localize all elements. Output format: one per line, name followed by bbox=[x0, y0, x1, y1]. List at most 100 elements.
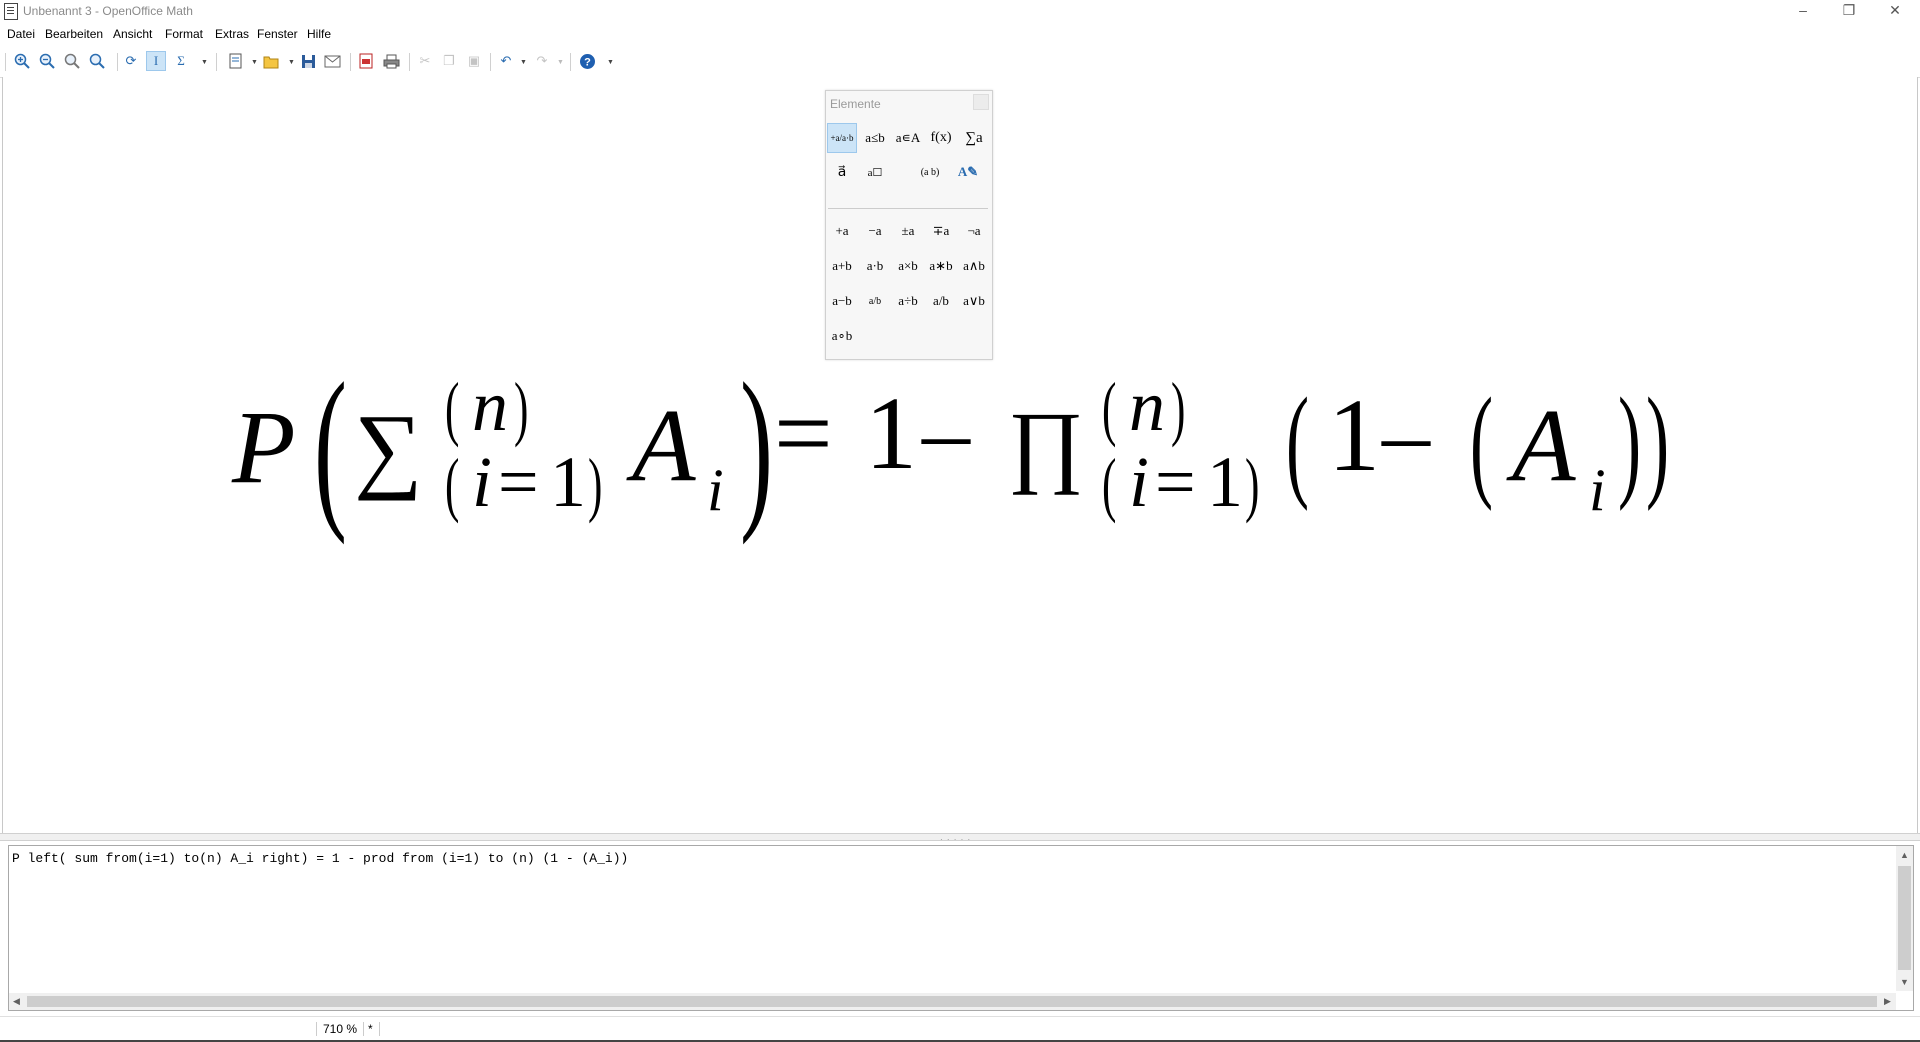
menu-bar: Datei Bearbeiten Ansicht Format Extras F… bbox=[0, 24, 1920, 46]
element-minus-plus-a[interactable]: ∓a bbox=[925, 216, 957, 246]
formula-inner-one: 1 bbox=[1328, 378, 1380, 493]
save-icon[interactable] bbox=[298, 51, 318, 71]
pdf-icon[interactable] bbox=[356, 51, 376, 71]
category-attributes[interactable]: a⃗ bbox=[827, 157, 857, 187]
new-icon[interactable] bbox=[226, 51, 246, 71]
formula-inner-a-subscript-i: i bbox=[1589, 457, 1606, 523]
open-icon[interactable] bbox=[261, 51, 281, 71]
formula-minus: – bbox=[922, 378, 970, 485]
element-a-ast-b[interactable]: a∗b bbox=[925, 251, 957, 281]
standard-toolbar: ⟳ I Σ ▼ ▼ ▼ ✂ ❐ ▣ ↶ ▼ ↷ ▼ ? ▼ bbox=[0, 46, 1920, 78]
category-operators[interactable]: ∑a bbox=[959, 123, 989, 153]
zoom-icon[interactable] bbox=[87, 51, 107, 71]
elements-panel-title: Elemente bbox=[830, 97, 881, 111]
symbols-icon[interactable]: Σ bbox=[171, 51, 191, 71]
elements-panel: Elemente +a/a·b a≤b a∊A f(x) ∑a a⃗ a☐ (a… bbox=[825, 90, 993, 360]
element-a-cdot-b[interactable]: a·b bbox=[859, 251, 891, 281]
window-splitter[interactable]: · · · · · bbox=[0, 833, 1920, 844]
formula-inner-minus: – bbox=[1382, 380, 1430, 487]
formula-one: 1 bbox=[865, 376, 917, 491]
element-plus-a[interactable]: +a bbox=[826, 216, 858, 246]
paste-icon[interactable]: ▣ bbox=[464, 51, 484, 71]
category-others[interactable]: a☐ bbox=[860, 157, 890, 187]
status-bar: 710 % * bbox=[0, 1016, 1920, 1042]
element-a-plus-b[interactable]: a+b bbox=[826, 251, 858, 281]
element-a-slash-b[interactable]: a/b bbox=[925, 286, 957, 316]
toolbar-grip[interactable] bbox=[5, 53, 6, 71]
element-a-div-b[interactable]: a÷b bbox=[892, 286, 924, 316]
undo-dropdown-icon[interactable]: ▼ bbox=[520, 59, 527, 66]
menu-datei[interactable]: Datei bbox=[7, 27, 35, 41]
zoom-in-icon[interactable] bbox=[12, 51, 32, 71]
redo-dropdown-icon[interactable]: ▼ bbox=[557, 59, 564, 66]
menu-ansicht[interactable]: Ansicht bbox=[113, 27, 152, 41]
element-a-minus-b[interactable]: a−b bbox=[826, 286, 858, 316]
toolbar-separator bbox=[350, 53, 351, 71]
command-window[interactable]: P left( sum from(i=1) to(n) A_i right) =… bbox=[8, 845, 1914, 1011]
element-a-and-b[interactable]: a∧b bbox=[958, 251, 990, 281]
menu-fenster[interactable]: Fenster bbox=[257, 27, 298, 41]
toolbar-separator bbox=[490, 53, 491, 71]
vertical-scroll-thumb[interactable] bbox=[1898, 866, 1911, 970]
redo-icon[interactable]: ↷ bbox=[532, 51, 552, 71]
scroll-left-arrow-icon[interactable]: ◀ bbox=[13, 996, 20, 1007]
toolbar-overflow-icon[interactable]: ▼ bbox=[201, 59, 208, 66]
category-relations[interactable]: a≤b bbox=[860, 123, 890, 153]
copy-icon[interactable]: ❐ bbox=[439, 51, 459, 71]
open-dropdown-icon[interactable]: ▼ bbox=[288, 59, 295, 66]
element-minus-a[interactable]: −a bbox=[859, 216, 891, 246]
formula-right-paren: ) bbox=[740, 346, 773, 545]
element-a-or-b[interactable]: a∨b bbox=[958, 286, 990, 316]
formula-equals: = bbox=[774, 376, 833, 491]
panel-close-button[interactable] bbox=[973, 94, 989, 110]
scroll-up-arrow-icon[interactable]: ▲ bbox=[1900, 850, 1909, 860]
formula-sum: ∑ bbox=[354, 394, 423, 501]
formula-inner-a: A bbox=[1512, 388, 1576, 503]
element-plus-minus-a[interactable]: ±a bbox=[892, 216, 924, 246]
element-fraction[interactable]: a/b bbox=[859, 286, 891, 316]
help-icon[interactable]: ? bbox=[577, 51, 597, 71]
formula-cursor-icon[interactable]: I bbox=[146, 51, 166, 71]
formula-sum-upper-n: n bbox=[472, 366, 508, 446]
email-icon[interactable] bbox=[322, 51, 342, 71]
horizontal-scroll-thumb[interactable] bbox=[27, 996, 1877, 1007]
command-horizontal-scrollbar[interactable]: ◀ ▶ bbox=[9, 993, 1896, 1010]
command-vertical-scrollbar[interactable]: ▲ ▼ bbox=[1896, 846, 1913, 991]
cut-icon[interactable]: ✂ bbox=[415, 51, 435, 71]
menu-hilfe[interactable]: Hilfe bbox=[307, 27, 331, 41]
category-brackets[interactable]: (a b) bbox=[915, 157, 945, 187]
new-dropdown-icon[interactable]: ▼ bbox=[251, 59, 258, 66]
toolbar-overflow-icon[interactable]: ▼ bbox=[607, 59, 614, 66]
element-a-circ-b[interactable]: a∘b bbox=[826, 321, 858, 351]
category-formats[interactable]: A✎ bbox=[953, 157, 983, 187]
print-icon[interactable] bbox=[381, 51, 401, 71]
svg-text:?: ? bbox=[584, 56, 591, 68]
zoom-level[interactable]: 710 % bbox=[316, 1022, 365, 1036]
formula-sum-upper-rparen: ) bbox=[514, 368, 529, 448]
undo-icon[interactable]: ↶ bbox=[496, 51, 516, 71]
command-input[interactable]: P left( sum from(i=1) to(n) A_i right) =… bbox=[12, 851, 628, 866]
category-functions[interactable]: f(x) bbox=[926, 123, 956, 153]
formula-prod-upper-n: n bbox=[1129, 366, 1165, 446]
scroll-down-arrow-icon[interactable]: ▼ bbox=[1900, 977, 1909, 987]
element-a-times-b[interactable]: a×b bbox=[892, 251, 924, 281]
zoom-out-icon[interactable] bbox=[37, 51, 57, 71]
formula-prod-lower-rparen: ) bbox=[1245, 444, 1260, 524]
element-not-a[interactable]: ¬a bbox=[958, 216, 990, 246]
menu-format[interactable]: Format bbox=[165, 27, 203, 41]
category-set-operations[interactable]: a∊A bbox=[893, 123, 923, 153]
close-button[interactable]: ✕ bbox=[1872, 0, 1918, 22]
scroll-right-arrow-icon[interactable]: ▶ bbox=[1884, 996, 1891, 1007]
formula-a: A bbox=[632, 388, 696, 503]
zoom-100-icon[interactable] bbox=[62, 51, 82, 71]
formula-prod-lower-lparen: ( bbox=[1102, 444, 1117, 524]
menu-bearbeiten[interactable]: Bearbeiten bbox=[45, 27, 103, 41]
category-unary-binary[interactable]: +a/a·b bbox=[827, 123, 857, 153]
toolbar-separator bbox=[216, 53, 217, 71]
update-icon[interactable]: ⟳ bbox=[121, 51, 141, 71]
minimize-button[interactable]: – bbox=[1780, 0, 1826, 22]
menu-extras[interactable]: Extras bbox=[215, 27, 249, 41]
formula-prod-upper-lparen: ( bbox=[1102, 368, 1117, 448]
restore-button[interactable]: ❐ bbox=[1826, 0, 1872, 22]
title-bar: Unbenannt 3 - OpenOffice Math – ❐ ✕ bbox=[0, 0, 1920, 24]
